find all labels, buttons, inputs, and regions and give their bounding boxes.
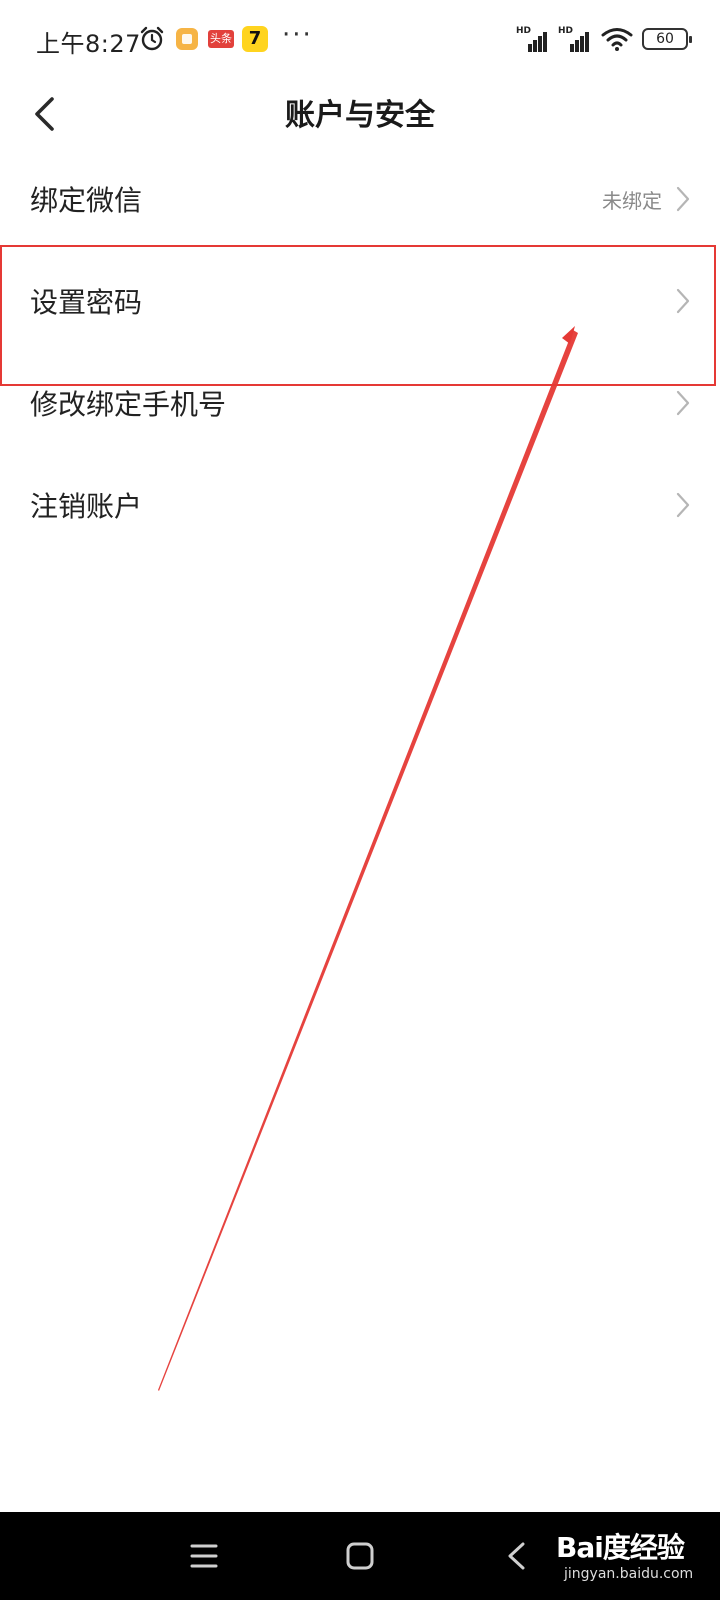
chevron-right-icon xyxy=(676,288,690,314)
seven-cat-app-icon: 7 xyxy=(242,26,268,52)
list-item-right: 未绑定 xyxy=(602,185,690,214)
status-bar: 上午8:27 头条 7 ··· HD HD 60 xyxy=(0,0,720,80)
list-item-right xyxy=(676,390,690,416)
menu-icon xyxy=(190,1544,218,1568)
chevron-right-icon xyxy=(676,186,690,212)
nav-back-button[interactable] xyxy=(492,1532,540,1580)
signal-icon-2: HD xyxy=(558,26,592,52)
list-item-label: 绑定微信 xyxy=(30,184,143,217)
baidu-jingyan-watermark: Bai度经验 jingyan.baidu.com xyxy=(550,1520,710,1590)
watermark-url: jingyan.baidu.com xyxy=(564,1566,694,1582)
battery-icon: 60 xyxy=(642,28,692,50)
list-item-delete-account[interactable]: 注销账户 xyxy=(0,454,720,556)
notes-app-icon xyxy=(176,28,198,50)
bind-status-text: 未绑定 xyxy=(602,188,662,213)
menu-button[interactable] xyxy=(180,1532,228,1580)
list-item-right xyxy=(676,288,690,314)
alarm-icon xyxy=(140,26,164,51)
list-item-label: 注销账户 xyxy=(30,490,143,523)
page-title: 账户与安全 xyxy=(285,98,435,133)
back-triangle-icon xyxy=(508,1542,525,1570)
list-item-change-phone[interactable]: 修改绑定手机号 xyxy=(0,352,720,454)
list-item-set-password[interactable]: 设置密码 xyxy=(0,250,720,352)
home-square-icon xyxy=(346,1542,374,1570)
home-button[interactable] xyxy=(336,1532,384,1580)
status-time: 上午8:27 xyxy=(36,30,141,58)
list-item-bind-wechat[interactable]: 绑定微信 未绑定 xyxy=(0,148,720,250)
more-notifications-icon: ··· xyxy=(282,20,313,50)
wifi-icon xyxy=(601,28,633,51)
account-security-page: 上午8:27 头条 7 ··· HD HD 60 账户与安全 绑定微信 未绑定 … xyxy=(0,0,720,1600)
toutiao-app-icon: 头条 xyxy=(208,30,234,48)
settings-list: 绑定微信 未绑定 设置密码 修改绑定手机号 注销账户 xyxy=(0,148,720,556)
status-right-group: HD HD 60 xyxy=(516,24,692,54)
list-item-label: 设置密码 xyxy=(30,286,143,319)
watermark-brand: Bai度经验 xyxy=(556,1531,685,1564)
list-item-right xyxy=(676,492,690,518)
chevron-right-icon xyxy=(676,390,690,416)
signal-icon: HD xyxy=(516,26,550,52)
chevron-right-icon xyxy=(676,492,690,518)
list-item-label: 修改绑定手机号 xyxy=(30,388,227,421)
